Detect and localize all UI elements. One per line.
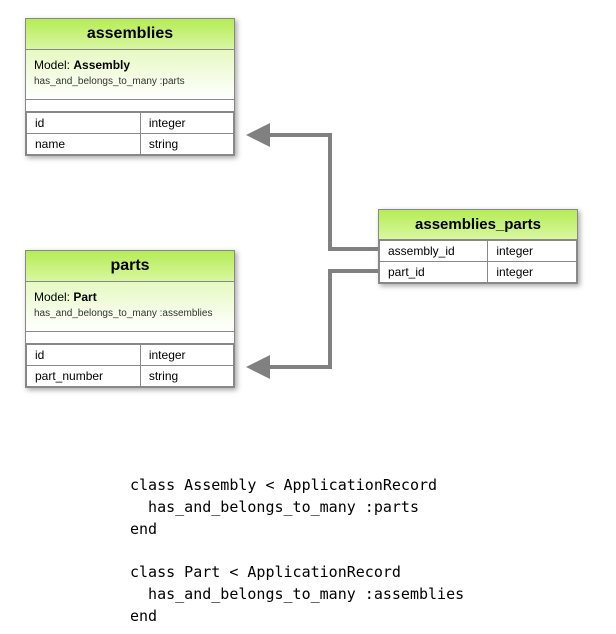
- arrow-assembly-id: [250, 135, 378, 249]
- col-type: integer: [488, 241, 577, 262]
- table-join-title: assemblies_parts: [379, 210, 577, 240]
- table-assemblies-title: assemblies: [26, 19, 234, 50]
- table-parts-assoc: has_and_belongs_to_many :assemblies: [34, 306, 226, 321]
- model-prefix: Model:: [34, 290, 73, 304]
- table-parts-columns: id integer part_number string: [26, 344, 234, 387]
- table-parts-meta: Model: Part has_and_belongs_to_many :ass…: [26, 282, 234, 332]
- model-name: Part: [73, 290, 96, 304]
- diagram-canvas: assemblies Model: Assembly has_and_belon…: [0, 0, 616, 634]
- table-assemblies-meta: Model: Assembly has_and_belongs_to_many …: [26, 50, 234, 100]
- col-name: id: [27, 345, 141, 366]
- table-assemblies-parts: assemblies_parts assembly_id integer par…: [378, 209, 578, 284]
- col-name: id: [27, 113, 141, 134]
- spacer: [26, 100, 234, 112]
- col-name: part_number: [27, 366, 141, 387]
- model-name: Assembly: [73, 58, 130, 72]
- col-type: integer: [140, 113, 233, 134]
- table-row: name string: [27, 134, 234, 155]
- table-assemblies: assemblies Model: Assembly has_and_belon…: [25, 18, 235, 156]
- table-row: id integer: [27, 345, 234, 366]
- col-type: string: [140, 366, 233, 387]
- col-name: name: [27, 134, 141, 155]
- code-snippet: class Assembly < ApplicationRecord has_a…: [130, 475, 464, 627]
- col-type: integer: [488, 262, 577, 283]
- table-row: part_number string: [27, 366, 234, 387]
- col-type: string: [140, 134, 233, 155]
- table-assemblies-columns: id integer name string: [26, 112, 234, 155]
- table-row: id integer: [27, 113, 234, 134]
- col-name: assembly_id: [380, 241, 488, 262]
- table-join-columns: assembly_id integer part_id integer: [379, 240, 577, 283]
- table-row: part_id integer: [380, 262, 577, 283]
- table-parts-model: Model: Part: [34, 288, 226, 306]
- model-prefix: Model:: [34, 58, 73, 72]
- table-parts: parts Model: Part has_and_belongs_to_man…: [25, 250, 235, 388]
- table-assemblies-assoc: has_and_belongs_to_many :parts: [34, 74, 226, 89]
- table-parts-title: parts: [26, 251, 234, 282]
- table-row: assembly_id integer: [380, 241, 577, 262]
- col-type: integer: [140, 345, 233, 366]
- table-assemblies-model: Model: Assembly: [34, 56, 226, 74]
- col-name: part_id: [380, 262, 488, 283]
- arrow-part-id: [250, 271, 378, 367]
- spacer: [26, 332, 234, 344]
